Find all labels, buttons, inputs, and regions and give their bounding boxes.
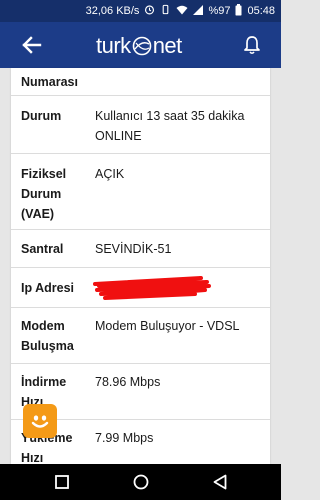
network-speed: 32,06 KB/s	[85, 5, 140, 17]
detail-value: 78.96 Mbps	[95, 375, 161, 389]
turknet-logo: turk net	[96, 32, 182, 60]
recents-button[interactable]	[52, 472, 72, 492]
arrow-left-icon	[22, 36, 42, 54]
logo-text-right: net	[152, 33, 183, 58]
wifi-icon	[176, 5, 188, 18]
app-bar: turk net	[0, 22, 281, 68]
battery-percent: %97	[208, 5, 231, 17]
detail-value: AÇIK	[95, 167, 125, 181]
detail-label: Numarası	[21, 75, 78, 89]
nav-back-button[interactable]	[210, 472, 230, 492]
detail-value: 7.99 Mbps	[95, 431, 154, 445]
logo-text-left: turk	[96, 33, 131, 58]
smiley-face-icon	[31, 415, 49, 428]
detail-label: Modem Buluşma	[21, 319, 74, 353]
detail-label: Santral	[21, 242, 64, 256]
detail-label: Durum	[21, 109, 62, 123]
detail-value: SEVİNDİK-51	[95, 242, 172, 256]
system-navigation-bar	[0, 464, 281, 500]
triangle-back-icon	[213, 474, 227, 490]
back-button[interactable]	[18, 31, 46, 59]
bell-icon	[244, 36, 260, 55]
vibrate-icon	[160, 4, 171, 18]
detail-row-ip-address: Ip Adresi	[11, 268, 270, 308]
alarm-icon	[144, 4, 155, 18]
detail-row-exchange: Santral SEVİNDİK-51	[11, 230, 270, 268]
notifications-button[interactable]	[239, 31, 265, 59]
detail-row-number: Numarası	[11, 68, 270, 96]
signal-icon	[193, 4, 204, 18]
detail-row-status: Durum Kullanıcı 13 saat 35 dakika ONLINE	[11, 96, 270, 154]
detail-row-modem-sync: Modem Buluşma Modem Buluşuyor - VDSL	[11, 308, 270, 364]
detail-value: Kullanıcı 13 saat 35 dakika ONLINE	[95, 109, 245, 143]
square-recents-icon	[55, 475, 69, 489]
assistant-chat-button[interactable]	[23, 404, 57, 438]
detail-value: Modem Buluşuyor - VDSL	[95, 319, 240, 333]
redaction-scribble	[93, 276, 211, 300]
detail-row-physical-status: Fiziksel Durum (VAE) AÇIK	[11, 154, 270, 230]
detail-label: Ip Adresi	[21, 281, 75, 295]
battery-icon	[235, 3, 242, 19]
detail-label: Fiziksel Durum (VAE)	[21, 167, 67, 221]
clock: 05:48	[247, 5, 275, 17]
globe-icon	[132, 36, 151, 56]
circle-home-icon	[133, 474, 149, 490]
status-bar: 32,06 KB/s %97 05:48	[0, 0, 281, 22]
home-button[interactable]	[131, 472, 151, 492]
